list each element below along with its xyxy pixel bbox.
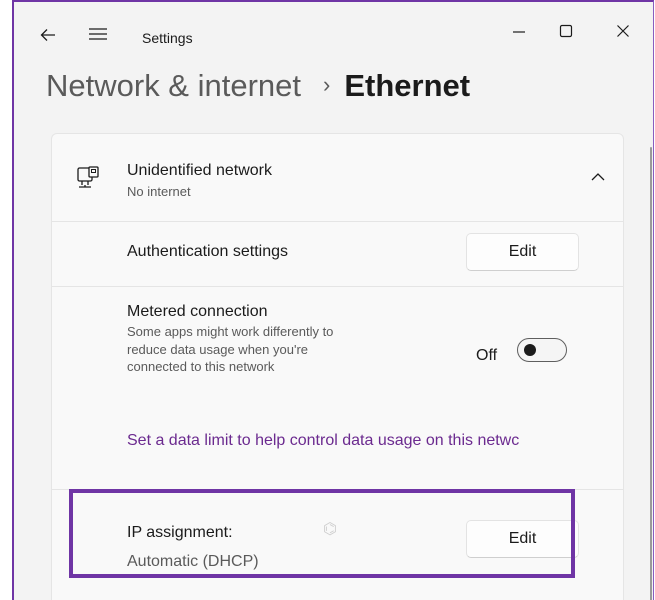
ip-assignment-value: Automatic (DHCP)	[127, 553, 259, 570]
ip-assignment-edit-button[interactable]: Edit	[466, 520, 579, 558]
mouse-cursor-icon: ⌬	[323, 521, 337, 538]
network-name: Unidentified network	[127, 162, 272, 179]
chevron-up-icon[interactable]	[589, 168, 607, 186]
hamburger-menu-icon	[89, 28, 107, 40]
ethernet-settings-card: Unidentified network No internet Authent…	[51, 133, 624, 600]
metered-connection-toggle[interactable]	[517, 338, 567, 362]
network-expander-header[interactable]: Unidentified network No internet	[52, 134, 623, 222]
metered-connection-row: Metered connection Some apps might work …	[52, 287, 623, 490]
settings-window: Settings Network & internet › Ethernet U…	[12, 0, 654, 600]
toggle-knob	[524, 344, 536, 356]
authentication-settings-label: Authentication settings	[127, 243, 288, 260]
breadcrumb: Network & internet › Ethernet	[46, 68, 470, 104]
metered-connection-label: Metered connection	[127, 303, 268, 320]
breadcrumb-parent-network-internet[interactable]: Network & internet	[46, 68, 301, 104]
close-icon	[617, 25, 629, 37]
maximize-icon	[559, 24, 573, 38]
authentication-settings-row: Authentication settings Edit	[52, 221, 623, 287]
metered-connection-description: Some apps might work differently to redu…	[127, 324, 334, 374]
maximize-button[interactable]	[546, 16, 586, 46]
ip-assignment-label: IP assignment:	[127, 524, 233, 541]
network-status: No internet	[127, 184, 191, 199]
minimize-icon	[513, 31, 525, 33]
navigation-menu-button[interactable]	[88, 26, 110, 46]
ethernet-icon	[77, 166, 99, 188]
back-arrow-icon	[40, 29, 55, 41]
scrollbar[interactable]	[650, 147, 652, 600]
back-button[interactable]	[37, 24, 59, 46]
minimize-button[interactable]	[499, 16, 539, 46]
page-title: Ethernet	[344, 68, 471, 103]
breadcrumb-separator: ›	[323, 72, 331, 97]
authentication-edit-button[interactable]: Edit	[466, 233, 579, 271]
set-data-limit-link[interactable]: Set a data limit to help control data us…	[127, 432, 519, 450]
app-title: Settings	[142, 30, 193, 46]
metered-toggle-state: Off	[476, 347, 498, 364]
close-button[interactable]	[603, 16, 643, 46]
title-bar: Settings	[14, 2, 653, 72]
ip-assignment-row: IP assignment: Automatic (DHCP) Edit	[52, 490, 623, 600]
